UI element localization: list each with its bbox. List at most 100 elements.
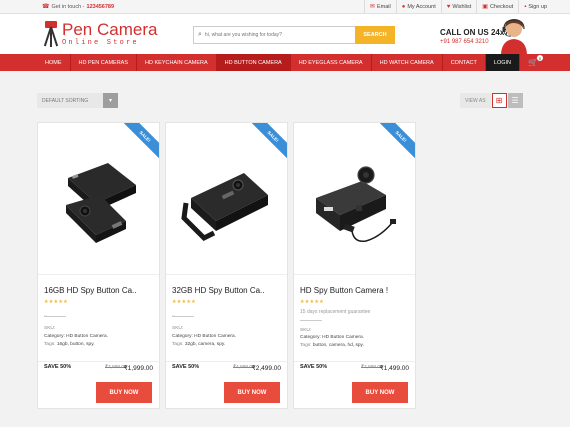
product-card: SALE! 16GB HD Spy Button Ca.. ★★★★★ .. S…: [37, 122, 160, 409]
sorting-label: DEFAULT SORTING: [37, 93, 103, 108]
divider: [44, 316, 66, 317]
nav-hd-eyeglass-camera[interactable]: HD EYEGLASS CAMERA: [291, 54, 372, 71]
support-agent-icon: [501, 19, 527, 54]
phone-icon: ☎: [42, 4, 50, 10]
search-bar: ⌕ SEARCH: [193, 26, 395, 44]
contact-info: ☎ Get in touch - 123456789: [42, 3, 115, 11]
product-card: SALE! HD Spy Button Camera ! ★★★★★ 15 da…: [293, 122, 416, 409]
tags-row: Tags: button, camera, hd, spy.: [300, 343, 364, 348]
save-label: SAVE 50%: [300, 364, 328, 370]
category-row: Category: HD Button Camera.: [172, 334, 236, 339]
heart-icon: ♥: [446, 3, 451, 10]
nav-hd-watch-camera[interactable]: HD WATCH CAMERA: [372, 54, 443, 71]
list-icon: ☰: [511, 96, 519, 105]
tags-row: Tags: 32gb, camera, spy.: [172, 342, 225, 347]
short-description: 15 days replacement guarantee: [300, 309, 371, 315]
category-label: Category:: [300, 335, 321, 340]
spy-button-camera-image: [316, 166, 396, 243]
divider: [300, 320, 322, 321]
tags-links[interactable]: 16gb, button, spy.: [57, 342, 95, 347]
contact-phone[interactable]: 123456789: [87, 4, 115, 10]
spy-button-camera-image: [66, 163, 136, 243]
email-link[interactable]: ✉ Email: [363, 0, 396, 13]
logo-title: Pen Camera: [62, 20, 158, 39]
nav-hd-pen-cameras[interactable]: HD PEN CAMERAS: [71, 54, 138, 71]
tags-label: Tags:: [44, 342, 56, 347]
category-label: Category:: [44, 334, 65, 339]
category-row: Category: HD Button Camera.: [44, 334, 108, 339]
product-name[interactable]: 32GB HD Spy Button Ca..: [172, 286, 265, 295]
search-button[interactable]: SEARCH: [355, 26, 395, 44]
grid-icon: ⊞: [495, 96, 503, 105]
email-label: Email: [376, 3, 391, 10]
category-link[interactable]: HD Button Camera.: [322, 335, 364, 340]
sorting-select[interactable]: DEFAULT SORTING ▾: [37, 93, 118, 108]
top-bar: ☎ Get in touch - 123456789 ✉ Email ● My Ac…: [0, 0, 570, 14]
sku-row: SKU:: [300, 328, 311, 333]
sku-label: SKU:: [44, 326, 56, 331]
signup-link[interactable]: ▪ Sign up: [518, 0, 552, 13]
tags-links[interactable]: 32gb, camera, spy.: [185, 342, 225, 347]
my-account-link[interactable]: ● My Account: [395, 0, 441, 13]
divider: [172, 316, 194, 317]
buy-now-button[interactable]: BUY NOW: [352, 382, 408, 403]
short-description: ..: [44, 312, 47, 318]
wishlist-link[interactable]: ♥ Wishlist: [440, 0, 477, 13]
wishlist-label: Wishlist: [452, 3, 472, 10]
category-row: Category: HD Button Camera.: [300, 335, 364, 340]
search-input[interactable]: [204, 32, 345, 38]
view-as: VIEW AS ⊞ ☰: [460, 93, 523, 108]
star-rating: ★★★★★: [300, 299, 324, 305]
product-card: SALE! 32GB HD Spy Button Ca.. ★★★★★ .. S…: [165, 122, 288, 409]
checkout-label: Checkout: [489, 3, 514, 10]
cart-button[interactable]: 🛒 0: [520, 54, 546, 71]
sku-row: SKU:: [172, 326, 183, 331]
contact-label: Get in touch -: [51, 3, 85, 10]
nav-hd-button-camera[interactable]: HD BUTTON CAMERA: [216, 54, 291, 71]
user-icon: ●: [401, 3, 406, 10]
buy-now-button[interactable]: BUY NOW: [224, 382, 280, 403]
product-image[interactable]: SALE!: [166, 123, 287, 275]
star-rating: ★★★★★: [172, 299, 196, 305]
category-link[interactable]: HD Button Camera.: [66, 334, 108, 339]
nav-hd-keychain-camera[interactable]: HD KEYCHAIN CAMERA: [137, 54, 217, 71]
tags-label: Tags:: [172, 342, 184, 347]
search-field: ⌕: [193, 26, 355, 44]
checkout-link[interactable]: ▣ Checkout: [476, 0, 518, 13]
spy-button-camera-image: [181, 173, 268, 242]
search-icon: ⌕: [198, 31, 202, 38]
sku-label: SKU:: [172, 326, 184, 331]
nav-home[interactable]: HOME: [37, 54, 71, 71]
site-logo[interactable]: Pen Camera Online Store: [42, 21, 157, 47]
star-rating: ★★★★★: [44, 299, 68, 305]
header: Pen Camera Online Store ⌕ SEARCH CALL ON…: [0, 14, 570, 54]
new-price: ₹2,499.00: [251, 365, 281, 372]
nav-contact[interactable]: CONTACT: [443, 54, 486, 71]
signup-label: Sign up: [528, 3, 547, 10]
checkout-icon: ▣: [482, 4, 488, 10]
product-image[interactable]: SALE!: [294, 123, 415, 275]
category-link[interactable]: HD Button Camera.: [194, 334, 236, 339]
cart-count: 0: [536, 55, 543, 61]
category-label: Category:: [172, 334, 193, 339]
product-name[interactable]: HD Spy Button Camera !: [300, 286, 388, 295]
nav-login[interactable]: LOGIN: [485, 54, 521, 71]
view-as-label: VIEW AS: [460, 93, 491, 108]
save-label: SAVE 50%: [44, 364, 72, 370]
short-description: ..: [172, 312, 175, 318]
email-icon: ✉: [369, 4, 375, 10]
new-price: ₹1,499.00: [379, 365, 409, 372]
sku-label: SKU:: [300, 328, 312, 333]
tags-row: Tags: 16gb, button, spy.: [44, 342, 95, 347]
lock-icon: ▪: [524, 3, 527, 10]
tags-links[interactable]: button, camera, hd, spy.: [313, 343, 364, 348]
buy-now-button[interactable]: BUY NOW: [96, 382, 152, 403]
grid-view-button[interactable]: ⊞: [491, 93, 507, 108]
product-name[interactable]: 16GB HD Spy Button Ca..: [44, 286, 137, 295]
tripod-camera-icon: [42, 21, 60, 47]
sku-row: SKU:: [44, 326, 55, 331]
tags-label: Tags:: [300, 343, 312, 348]
product-image[interactable]: SALE!: [38, 123, 159, 275]
list-view-button[interactable]: ☰: [507, 93, 523, 108]
chevron-down-icon: ▾: [103, 93, 118, 108]
